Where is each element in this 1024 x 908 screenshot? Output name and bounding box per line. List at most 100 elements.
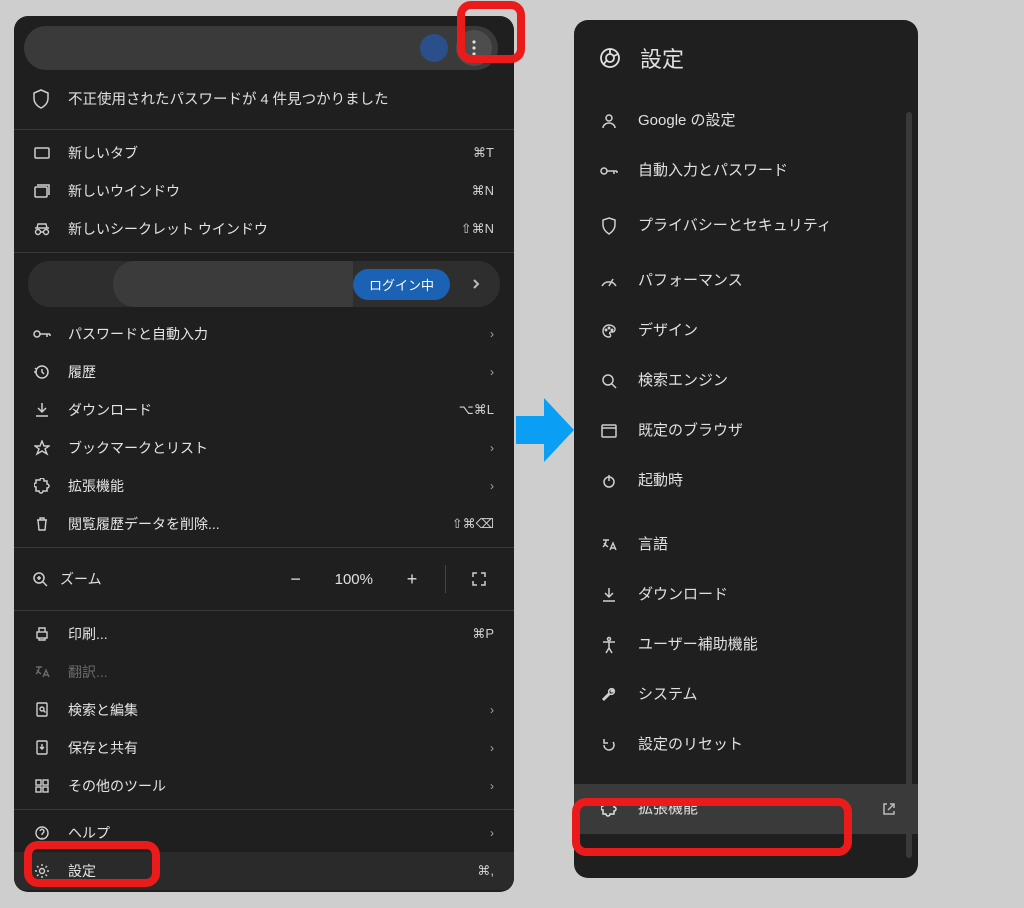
print-icon [32, 626, 52, 642]
menu-history[interactable]: 履歴 › [14, 353, 514, 391]
shield-icon [598, 217, 620, 235]
speed-icon [598, 274, 620, 288]
item-label: Google の設定 [638, 111, 736, 131]
menu-help[interactable]: ヘルプ › [14, 814, 514, 852]
menu-clear-data[interactable]: 閲覧履歴データを削除... ⇧⌘⌫ [14, 505, 514, 543]
incognito-shortcut: ⇧⌘N [461, 221, 494, 237]
sidebar-item-privacy[interactable]: プライバシーとセキュリティ [574, 196, 918, 256]
sidebar-item-accessibility[interactable]: ユーザー補助機能 [574, 620, 918, 670]
chevron-right-icon: › [490, 826, 494, 840]
menu-new-window[interactable]: 新しいウインドウ ⌘N [14, 172, 514, 210]
item-label: 設定のリセット [638, 735, 743, 755]
chrome-icon [598, 46, 622, 70]
palette-icon [598, 323, 620, 339]
help-label: ヘルプ [68, 823, 474, 843]
item-label: ユーザー補助機能 [638, 635, 758, 655]
zoom-in-button[interactable]: + [395, 562, 429, 596]
profile-placeholder [113, 261, 353, 307]
shield-icon [32, 89, 54, 109]
sidebar-item-autofill[interactable]: 自動入力とパスワード [574, 146, 918, 196]
window-icon [32, 184, 52, 198]
menu-print[interactable]: 印刷... ⌘P [14, 615, 514, 653]
alert-label: 不正使用されたパスワードが 4 件見つかりました [68, 88, 389, 109]
tools-icon [32, 778, 52, 794]
chevron-right-icon: › [490, 365, 494, 379]
separator [14, 129, 514, 130]
star-icon [32, 440, 52, 456]
menu-more-tools[interactable]: その他のツール › [14, 767, 514, 805]
translate-icon [32, 664, 52, 680]
address-bar [24, 26, 498, 70]
separator [14, 610, 514, 611]
menu-extensions[interactable]: 拡張機能 › [14, 467, 514, 505]
history-icon [32, 364, 52, 380]
chevron-right-icon: › [490, 741, 494, 755]
new-window-label: 新しいウインドウ [68, 181, 456, 201]
download-icon [598, 587, 620, 603]
sidebar-item-appearance[interactable]: デザイン [574, 306, 918, 356]
menu-translate: 翻訳... [14, 653, 514, 691]
item-label: 言語 [638, 535, 668, 555]
settings-label: 設定 [68, 861, 461, 881]
passwords-label: パスワードと自動入力 [68, 324, 474, 344]
sidebar-item-performance[interactable]: パフォーマンス [574, 256, 918, 306]
sidebar-item-language[interactable]: 言語 [574, 520, 918, 570]
sidebar-item-system[interactable]: システム [574, 670, 918, 720]
downloads-label: ダウンロード [68, 400, 443, 420]
profile-switcher[interactable]: ログイン中 [28, 261, 500, 307]
settings-title: 設定 [640, 42, 684, 74]
key-icon [598, 166, 620, 176]
menu-downloads[interactable]: ダウンロード ⌥⌘L [14, 391, 514, 429]
find-label: 検索と編集 [68, 700, 474, 720]
menu-find[interactable]: 検索と編集 › [14, 691, 514, 729]
menu-incognito[interactable]: 新しいシークレット ウインドウ ⇧⌘N [14, 210, 514, 248]
extensions-label: 拡張機能 [68, 476, 474, 496]
separator [14, 252, 514, 253]
password-alert-row[interactable]: 不正使用されたパスワードが 4 件見つかりました [14, 70, 514, 125]
chevron-right-icon: › [490, 703, 494, 717]
item-label: デザイン [638, 321, 698, 341]
sidebar-item-downloads[interactable]: ダウンロード [574, 570, 918, 620]
menu-passwords[interactable]: パスワードと自動入力 › [14, 315, 514, 353]
item-label: プライバシーとセキュリティ [638, 216, 832, 236]
section-gap [574, 506, 918, 520]
zoom-label: ズーム [60, 569, 267, 589]
menu-settings[interactable]: 設定 ⌘, [14, 852, 514, 890]
sidebar-item-google[interactable]: Google の設定 [574, 96, 918, 146]
separator [14, 809, 514, 810]
open-external-icon [882, 802, 896, 816]
kebab-menu-button[interactable] [456, 30, 492, 66]
chevron-right-icon: › [490, 327, 494, 341]
item-label: 既定のブラウザ [638, 421, 743, 441]
translate-label: 翻訳... [68, 662, 494, 682]
chevron-right-icon: › [490, 779, 494, 793]
transition-arrow [514, 396, 576, 464]
sidebar-item-search[interactable]: 検索エンジン [574, 356, 918, 406]
section-gap [574, 770, 918, 784]
sidebar-item-default-browser[interactable]: 既定のブラウザ [574, 406, 918, 456]
sidebar-item-reset[interactable]: 設定のリセット [574, 720, 918, 770]
print-shortcut: ⌘P [472, 626, 494, 642]
sidebar-item-startup[interactable]: 起動時 [574, 456, 918, 506]
incognito-icon [32, 222, 52, 236]
chevron-right-icon: › [490, 441, 494, 455]
item-label: 起動時 [638, 471, 683, 491]
new-tab-label: 新しいタブ [68, 143, 457, 163]
reset-icon [598, 737, 620, 753]
history-label: 履歴 [68, 362, 474, 382]
save-icon [32, 740, 52, 756]
menu-new-tab[interactable]: 新しいタブ ⌘T [14, 134, 514, 172]
print-label: 印刷... [68, 624, 456, 644]
profile-avatar[interactable] [420, 34, 448, 62]
menu-bookmarks[interactable]: ブックマークとリスト › [14, 429, 514, 467]
sidebar-item-extensions[interactable]: 拡張機能 [574, 784, 918, 834]
item-label: ダウンロード [638, 585, 728, 605]
item-label: 検索エンジン [638, 371, 728, 391]
menu-save-share[interactable]: 保存と共有 › [14, 729, 514, 767]
login-pill[interactable]: ログイン中 [353, 269, 450, 300]
settings-shortcut: ⌘, [477, 863, 494, 879]
zoom-out-button[interactable]: − [279, 562, 313, 596]
fullscreen-button[interactable] [462, 562, 496, 596]
scrollbar[interactable] [906, 112, 912, 858]
profile-chevron[interactable] [460, 268, 492, 300]
